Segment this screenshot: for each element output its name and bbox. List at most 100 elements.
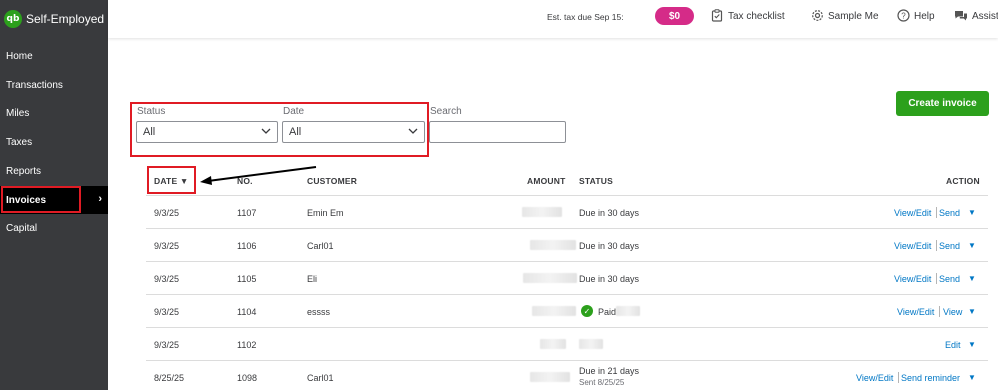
row-customer: Carl01 [307,241,334,251]
tax-checklist-link[interactable]: Tax checklist [728,11,785,22]
row-status: Due in 30 days [579,208,640,218]
help-link[interactable]: Help [914,11,935,22]
column-header-action: ACTION [946,176,980,186]
search-input[interactable] [429,121,566,143]
assist-link[interactable]: Assist [972,11,998,22]
row-status-redacted [579,339,603,349]
row-customer: Emin Em [307,208,344,218]
column-header-date[interactable]: DATE ▼ [154,176,188,186]
table-row[interactable]: 8/25/25 1098 Carl01 Due in 21 days Sent … [146,360,988,390]
action-divider [939,306,940,317]
view-edit-link[interactable]: View/Edit [894,274,931,284]
chevron-right-icon: › [98,193,102,205]
row-customer: Carl01 [307,373,334,383]
sidebar-item-capital[interactable]: Capital [0,214,108,242]
row-status-redacted [616,306,640,316]
row-number: 1102 [237,340,257,350]
action-divider [936,273,937,284]
table-row[interactable]: 9/3/25 1106 Carl01 Due in 30 days View/E… [146,228,988,261]
quickbooks-logo-icon: qb [4,10,22,28]
row-date: 9/3/25 [154,241,180,251]
row-amount-redacted [530,240,576,250]
row-date: 9/3/25 [154,307,180,317]
row-date: 9/3/25 [154,208,180,218]
table-row[interactable]: 9/3/25 1105 Eli Due in 30 days View/Edit… [146,261,988,294]
action-menu-caret-icon[interactable]: ▼ [968,241,976,250]
row-date: 9/3/25 [154,274,180,284]
sidebar-item-taxes[interactable]: Taxes [0,128,108,156]
search-label: Search [430,106,462,117]
brand-name: Self-Employed [26,12,105,26]
paid-check-icon: ✓ [581,305,593,317]
status-filter-label: Status [137,106,166,117]
send-link[interactable]: Send [939,208,960,218]
action-divider [936,240,937,251]
row-amount-redacted [530,372,570,382]
action-menu-caret-icon[interactable]: ▼ [968,373,976,382]
est-tax-label: Est. tax due Sep 15: [547,12,624,22]
view-link[interactable]: View [943,307,962,317]
row-status: Due in 21 days [579,366,640,376]
send-link[interactable]: Send [939,241,960,251]
column-header-customer[interactable]: CUSTOMER [307,176,357,186]
row-number: 1098 [237,373,258,383]
row-status: Paid [598,307,617,317]
row-number: 1107 [237,208,257,218]
sidebar-item-invoices[interactable]: Invoices › [0,186,108,214]
svg-text:?: ? [901,11,906,20]
action-divider [898,372,899,383]
top-header: Est. tax due Sep 15: $0 Tax checklist Sa… [108,0,998,38]
row-amount-redacted [532,306,576,316]
view-edit-link[interactable]: View/Edit [894,241,931,251]
create-invoice-button[interactable]: Create invoice [896,91,989,116]
action-menu-caret-icon[interactable]: ▼ [968,274,976,283]
gear-icon [810,8,824,22]
column-header-amount[interactable]: AMOUNT [527,176,566,186]
row-date: 9/3/25 [154,340,180,350]
chevron-down-icon [408,128,418,134]
view-edit-link[interactable]: View/Edit [856,373,893,383]
action-divider [936,207,937,218]
annotation-arrow-icon [200,166,317,185]
clipboard-icon [710,8,724,22]
table-row[interactable]: 9/3/25 1107 Emin Em Due in 30 days View/… [146,195,988,228]
date-filter-label: Date [283,106,305,117]
est-tax-badge[interactable]: $0 [655,7,694,25]
help-icon: ? [896,8,910,22]
row-number: 1105 [237,274,257,284]
row-amount-redacted [540,339,566,349]
chat-icon [954,8,968,22]
row-number: 1104 [237,307,257,317]
row-amount-redacted [522,207,562,217]
table-row[interactable]: 9/3/25 1104 essss ✓ Paid View/Edit View … [146,294,988,327]
row-status: Due in 30 days [579,241,640,251]
table-row[interactable]: 9/3/25 1102 Edit ▼ [146,327,988,360]
row-customer: Eli [307,274,318,284]
view-edit-link[interactable]: View/Edit [897,307,934,317]
row-customer: essss [307,307,331,317]
status-filter-select[interactable]: All [136,121,278,143]
row-status: Due in 30 days [579,274,640,284]
sample-me-menu[interactable]: Sample Me [828,11,879,22]
sidebar-item-home[interactable]: Home [0,42,108,70]
chevron-down-icon [261,128,271,134]
action-menu-caret-icon[interactable]: ▼ [968,208,976,217]
sidebar-item-miles[interactable]: Miles [0,99,108,127]
send-link[interactable]: Send [939,274,960,284]
sidebar-item-reports[interactable]: Reports [0,157,108,185]
column-header-no[interactable]: NO. [237,176,253,186]
brand[interactable]: qb Self-Employed [0,0,108,38]
column-header-status[interactable]: STATUS [579,176,613,186]
row-number: 1106 [237,241,257,251]
action-menu-caret-icon[interactable]: ▼ [968,307,976,316]
main-content: Create invoice Status All Date All Searc… [108,38,998,390]
view-edit-link[interactable]: View/Edit [894,208,931,218]
action-menu-caret-icon[interactable]: ▼ [968,340,976,349]
send-reminder-link[interactable]: Send reminder [901,373,960,383]
sidebar: qb Self-Employed Home Transactions Miles… [0,0,108,390]
row-status-sent-date: Sent 8/25/25 [579,378,625,387]
date-filter-select[interactable]: All [282,121,425,143]
edit-link[interactable]: Edit [945,340,961,350]
row-amount-redacted [523,273,577,283]
sidebar-item-transactions[interactable]: Transactions [0,71,108,99]
